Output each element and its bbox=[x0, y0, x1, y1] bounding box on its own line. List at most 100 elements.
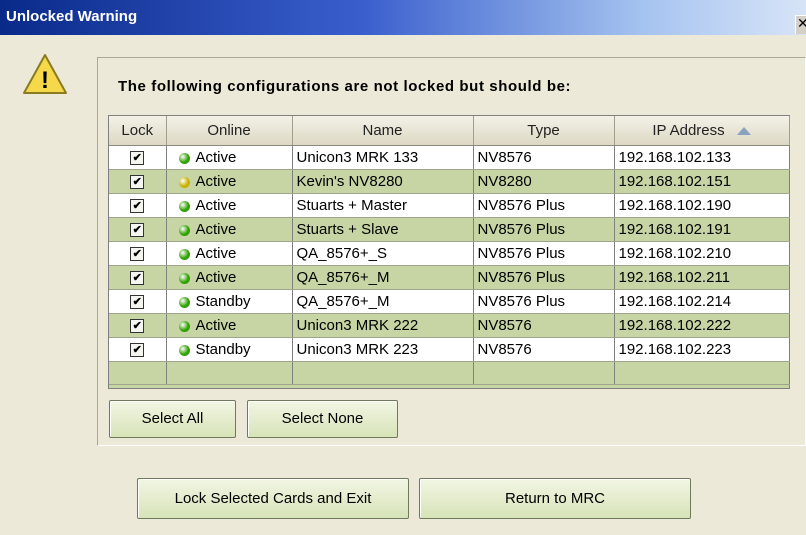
type-cell: NV8576 bbox=[473, 145, 615, 170]
lock-checkbox[interactable]: ✔ bbox=[130, 271, 145, 286]
online-cell: Active bbox=[166, 217, 293, 242]
warning-glyph: ! bbox=[41, 67, 49, 94]
title-bar: Unlocked Warning ✕ bbox=[0, 0, 806, 35]
column-header-name[interactable]: Name bbox=[292, 116, 474, 146]
lock-checkbox[interactable]: ✔ bbox=[130, 199, 145, 214]
status-dot-icon bbox=[178, 248, 190, 260]
lock-cell[interactable]: ✔ bbox=[109, 289, 167, 314]
group-title: The following configurations are not loc… bbox=[118, 78, 572, 95]
warning-icon: ! bbox=[23, 54, 67, 94]
lock-cell[interactable]: ✔ bbox=[109, 145, 167, 170]
lock-cell[interactable]: ✔ bbox=[109, 265, 167, 290]
column-header-type[interactable]: Type bbox=[473, 116, 615, 146]
type-cell: NV8576 Plus bbox=[473, 289, 615, 314]
close-icon: ✕ bbox=[797, 16, 806, 32]
status-dot-icon bbox=[178, 176, 190, 188]
table-row[interactable]: ✔ Active Kevin's NV8280 NV8280 192.168.102.1… bbox=[109, 169, 790, 194]
name-cell: Stuarts + Master bbox=[292, 193, 474, 218]
table-row[interactable]: ✔ Active QA_8576+_S NV8576 Plus 192.168.102.… bbox=[109, 241, 790, 266]
lock-cell[interactable]: ✔ bbox=[109, 217, 167, 242]
lock-checkbox[interactable]: ✔ bbox=[130, 247, 145, 262]
lock-checkbox[interactable]: ✔ bbox=[130, 175, 145, 190]
status-dot-icon bbox=[178, 296, 190, 308]
name-cell: Unicon3 MRK 223 bbox=[292, 337, 474, 362]
ip-cell: 192.168.102.191 bbox=[614, 217, 790, 242]
type-cell: NV8576 Plus bbox=[473, 217, 615, 242]
empty-row bbox=[109, 361, 790, 385]
online-cell: Active bbox=[166, 265, 293, 290]
lock-cell[interactable]: ✔ bbox=[109, 169, 167, 194]
select-none-button[interactable]: Select None bbox=[247, 400, 398, 438]
ip-cell: 192.168.102.151 bbox=[614, 169, 790, 194]
lock-cell[interactable]: ✔ bbox=[109, 313, 167, 338]
lock-checkbox[interactable]: ✔ bbox=[130, 151, 145, 166]
type-cell: NV8576 Plus bbox=[473, 241, 615, 266]
ip-cell: 192.168.102.222 bbox=[614, 313, 790, 338]
online-status: Active bbox=[195, 197, 237, 214]
name-cell: QA_8576+_M bbox=[292, 289, 474, 314]
type-cell: NV8576 Plus bbox=[473, 265, 615, 290]
close-button[interactable]: ✕ bbox=[795, 15, 806, 34]
ip-cell: 192.168.102.214 bbox=[614, 289, 790, 314]
online-cell: Standby bbox=[166, 337, 293, 362]
select-all-button[interactable]: Select All bbox=[109, 400, 236, 438]
online-status: Active bbox=[195, 317, 237, 334]
lock-cell[interactable]: ✔ bbox=[109, 193, 167, 218]
online-status: Standby bbox=[195, 341, 251, 358]
return-to-mrc-button[interactable]: Return to MRC bbox=[419, 478, 691, 519]
window-title: Unlocked Warning bbox=[6, 8, 138, 25]
online-status: Active bbox=[195, 173, 237, 190]
online-status: Active bbox=[195, 149, 237, 166]
status-dot-icon bbox=[178, 200, 190, 212]
ip-cell: 192.168.102.133 bbox=[614, 145, 790, 170]
lock-checkbox[interactable]: ✔ bbox=[130, 343, 145, 358]
lock-checkbox[interactable]: ✔ bbox=[130, 295, 145, 310]
lock-selected-and-exit-button[interactable]: Lock Selected Cards and Exit bbox=[137, 478, 409, 519]
table-row[interactable]: ✔ Active Stuarts + Slave NV8576 Plus 192.168… bbox=[109, 217, 790, 242]
online-status: Active bbox=[195, 269, 237, 286]
type-cell: NV8576 Plus bbox=[473, 193, 615, 218]
name-cell: Stuarts + Slave bbox=[292, 217, 474, 242]
column-header-lock[interactable]: Lock bbox=[109, 116, 167, 146]
online-status: Active bbox=[195, 245, 237, 262]
table-row[interactable]: ✔ Active Unicon3 MRK 222 NV8576 192.168.102.… bbox=[109, 313, 790, 338]
name-cell: Unicon3 MRK 222 bbox=[292, 313, 474, 338]
type-cell: NV8576 bbox=[473, 313, 615, 338]
name-cell: Kevin's NV8280 bbox=[292, 169, 474, 194]
online-cell: Active bbox=[166, 145, 293, 170]
table-row[interactable]: ✔ Active Stuarts + Master NV8576 Plus 192.16… bbox=[109, 193, 790, 218]
ip-cell: 192.168.102.210 bbox=[614, 241, 790, 266]
online-cell: Active bbox=[166, 169, 293, 194]
name-cell: Unicon3 MRK 133 bbox=[292, 145, 474, 170]
table-row[interactable]: ✔ Active Unicon3 MRK 133 NV8576 192.168.102.… bbox=[109, 145, 790, 170]
status-dot-icon bbox=[178, 320, 190, 332]
lock-checkbox[interactable]: ✔ bbox=[130, 319, 145, 334]
status-dot-icon bbox=[178, 272, 190, 284]
online-status: Standby bbox=[195, 293, 251, 310]
status-dot-icon bbox=[178, 152, 190, 164]
column-header-ip[interactable]: IP Address bbox=[614, 116, 790, 146]
configurations-table: Lock Online Name Type IP Address ✔ Active… bbox=[108, 115, 790, 389]
name-cell: QA_8576+_M bbox=[292, 265, 474, 290]
ip-cell: 192.168.102.190 bbox=[614, 193, 790, 218]
type-cell: NV8576 bbox=[473, 337, 615, 362]
online-cell: Active bbox=[166, 313, 293, 338]
online-cell: Active bbox=[166, 241, 293, 266]
name-cell: QA_8576+_S bbox=[292, 241, 474, 266]
lock-cell[interactable]: ✔ bbox=[109, 337, 167, 362]
lock-cell[interactable]: ✔ bbox=[109, 241, 167, 266]
online-cell: Active bbox=[166, 193, 293, 218]
sort-ascending-icon bbox=[736, 127, 751, 136]
table-row[interactable]: ✔ Standby Unicon3 MRK 223 NV8576 192.168.102… bbox=[109, 337, 790, 362]
status-dot-icon bbox=[178, 344, 190, 356]
status-dot-icon bbox=[178, 224, 190, 236]
column-header-online[interactable]: Online bbox=[166, 116, 293, 146]
lock-checkbox[interactable]: ✔ bbox=[130, 223, 145, 238]
online-cell: Standby bbox=[166, 289, 293, 314]
type-cell: NV8280 bbox=[473, 169, 615, 194]
ip-cell: 192.168.102.223 bbox=[614, 337, 790, 362]
table-row[interactable]: ✔ Active QA_8576+_M NV8576 Plus 192.168.102.… bbox=[109, 265, 790, 290]
column-header-ip-label: IP Address bbox=[652, 122, 725, 139]
table-row[interactable]: ✔ Standby QA_8576+_M NV8576 Plus 192.168.102… bbox=[109, 289, 790, 314]
online-status: Active bbox=[195, 221, 237, 238]
